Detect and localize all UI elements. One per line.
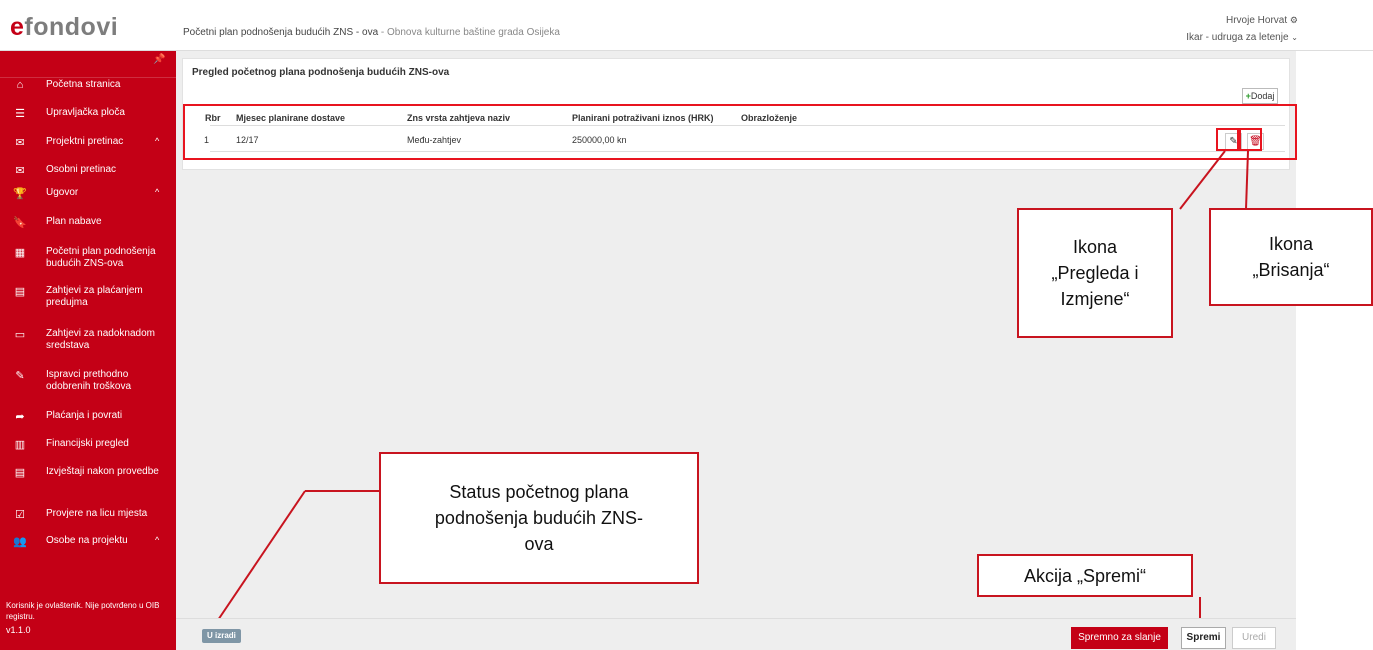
callout-status: Status početnog plana podnošenja budućih…	[379, 452, 699, 584]
callout-text: Ikona	[1072, 237, 1118, 257]
callout-text: ova	[524, 534, 554, 554]
footer-bar: U izradi Spremno za slanje Spremi Uredi	[176, 618, 1296, 650]
callout-save-action: Akcija „Spremi“	[977, 554, 1193, 597]
save-button[interactable]: Spremi	[1181, 627, 1226, 649]
ready-to-send-button[interactable]: Spremno za slanje	[1071, 627, 1168, 649]
callout-text: „Pregleda i	[1051, 263, 1139, 283]
callout-edit-icon: Ikona „Pregleda i Izmjene“	[1017, 208, 1173, 338]
callout-text: Akcija „Spremi“	[1023, 565, 1147, 586]
connector-edit	[1179, 150, 1226, 210]
connector-status-diag	[215, 490, 306, 624]
callout-delete-icon: Ikona „Brisanja“	[1209, 208, 1373, 306]
connector-delete	[1245, 150, 1249, 210]
callout-text: Status početnog plana	[449, 482, 629, 502]
callout-text: Ikona	[1268, 234, 1314, 254]
callout-text: „Brisanja“	[1252, 260, 1330, 280]
callout-text: Izmjene“	[1060, 289, 1130, 309]
callout-text: podnošenja budućih ZNS-	[434, 508, 644, 528]
edit-form-button[interactable]: Uredi	[1232, 627, 1276, 649]
status-badge: U izradi	[202, 629, 241, 643]
